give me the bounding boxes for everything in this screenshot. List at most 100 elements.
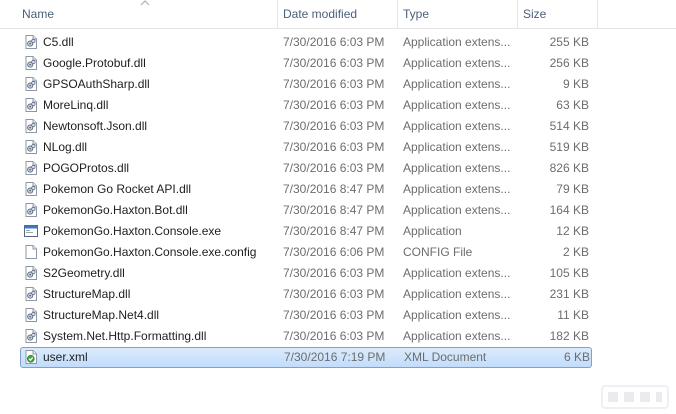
dll-file-icon xyxy=(23,265,39,281)
file-date-modified: 7/30/2016 6:03 PM xyxy=(283,140,385,154)
file-name: user.xml xyxy=(43,350,88,364)
file-type: Application extens... xyxy=(403,161,511,175)
watermark-logo xyxy=(601,385,669,409)
file-size: 182 KB xyxy=(549,329,589,343)
file-type: Application extens... xyxy=(403,98,511,112)
dll-file-icon xyxy=(23,55,39,71)
file-size: 9 KB xyxy=(562,77,589,91)
file-size: 164 KB xyxy=(549,203,589,217)
file-row[interactable]: System.Net.Http.Formatting.dll 7/30/2016 … xyxy=(20,326,592,347)
file-row[interactable]: Pokemon Go Rocket API.dll 7/30/2016 8:47 … xyxy=(20,179,592,200)
file-date-modified: 7/30/2016 6:03 PM xyxy=(283,35,385,49)
file-name: GPSOAuthSharp.dll xyxy=(43,77,150,91)
file-row[interactable]: NLog.dll 7/30/2016 6:03 PM Application ext… xyxy=(20,137,592,158)
file-row[interactable]: GPSOAuthSharp.dll 7/30/2016 6:03 PM Applic… xyxy=(20,74,592,95)
file-row[interactable]: StructureMap.Net4.dll 7/30/2016 6:03 PM Ap… xyxy=(20,305,592,326)
file-row[interactable]: PokemonGo.Haxton.Console.exe 7/30/2016 8:… xyxy=(20,221,592,242)
dll-file-icon xyxy=(23,97,39,113)
file-name: S2Geometry.dll xyxy=(43,266,125,280)
file-name: Pokemon Go Rocket API.dll xyxy=(43,182,192,196)
file-date-modified: 7/30/2016 6:06 PM xyxy=(283,245,385,259)
file-size: 63 KB xyxy=(556,98,589,112)
file-type: Application extens... xyxy=(403,329,511,343)
column-header-size[interactable]: Size xyxy=(517,0,597,28)
file-size: 826 KB xyxy=(549,161,589,175)
file-type: Application extens... xyxy=(403,287,511,301)
file-date-modified: 7/30/2016 8:47 PM xyxy=(283,182,385,196)
file-row[interactable]: StructureMap.dll 7/30/2016 6:03 PM Applica… xyxy=(20,284,592,305)
file-name: Newtonsoft.Json.dll xyxy=(43,119,148,133)
file-row[interactable]: POGOProtos.dll 7/30/2016 6:03 PM Applicati… xyxy=(20,158,592,179)
file-name: PokemonGo.Haxton.Console.exe.config xyxy=(43,245,257,259)
file-type: Application extens... xyxy=(403,119,511,133)
file-size: 255 KB xyxy=(549,35,589,49)
file-size: 519 KB xyxy=(549,140,589,154)
file-type: Application xyxy=(403,224,462,238)
column-header: Name Date modified Type Size xyxy=(0,0,676,29)
file-name: C5.dll xyxy=(43,35,74,49)
file-date-modified: 7/30/2016 6:03 PM xyxy=(283,119,385,133)
file-size: 514 KB xyxy=(549,119,589,133)
file-type: Application extens... xyxy=(403,56,511,70)
file-name: MoreLinq.dll xyxy=(43,98,109,112)
file-row[interactable]: PokemonGo.Haxton.Console.exe.config 7/30/… xyxy=(20,242,592,263)
file-date-modified: 7/30/2016 8:47 PM xyxy=(283,203,385,217)
file-name: StructureMap.dll xyxy=(43,287,131,301)
file-date-modified: 7/30/2016 8:47 PM xyxy=(283,224,385,238)
column-divider[interactable] xyxy=(597,0,598,28)
column-header-name[interactable]: Name xyxy=(16,0,277,28)
file-row[interactable]: Google.Protobuf.dll 7/30/2016 6:03 PM Appl… xyxy=(20,53,592,74)
file-size: 79 KB xyxy=(556,182,589,196)
file-name: PokemonGo.Haxton.Bot.dll xyxy=(43,203,188,217)
dll-file-icon xyxy=(23,34,39,50)
column-header-date-modified[interactable]: Date modified xyxy=(277,0,397,28)
file-row[interactable]: PokemonGo.Haxton.Bot.dll 7/30/2016 8:47 P… xyxy=(20,200,592,221)
file-type: CONFIG File xyxy=(403,245,473,259)
file-type: XML Document xyxy=(404,350,487,364)
dll-file-icon xyxy=(23,307,39,323)
file-date-modified: 7/30/2016 6:03 PM xyxy=(283,329,385,343)
file-date-modified: 7/30/2016 6:03 PM xyxy=(283,287,385,301)
file-type: Application extens... xyxy=(403,77,511,91)
file-row[interactable]: user.xml 7/30/2016 7:19 PM XML Document 6 K… xyxy=(20,347,592,368)
file-name: System.Net.Http.Formatting.dll xyxy=(43,329,207,343)
dll-file-icon xyxy=(23,328,39,344)
file-type: Application extens... xyxy=(403,35,511,49)
file-date-modified: 7/30/2016 6:03 PM xyxy=(283,308,385,322)
file-date-modified: 7/30/2016 6:03 PM xyxy=(283,77,385,91)
file-name: PokemonGo.Haxton.Console.exe xyxy=(43,224,222,238)
dll-file-icon xyxy=(23,139,39,155)
file-row[interactable]: S2Geometry.dll 7/30/2016 6:03 PM Applicati… xyxy=(20,263,592,284)
file-type: Application extens... xyxy=(403,140,511,154)
dll-file-icon xyxy=(23,76,39,92)
config-file-icon xyxy=(23,244,39,260)
dll-file-icon xyxy=(23,160,39,176)
file-name: NLog.dll xyxy=(43,140,88,154)
dll-file-icon xyxy=(23,202,39,218)
file-size: 256 KB xyxy=(549,56,589,70)
dll-file-icon xyxy=(23,286,39,302)
file-name: StructureMap.Net4.dll xyxy=(43,308,160,322)
file-type: Application extens... xyxy=(403,182,511,196)
xml-document-icon xyxy=(23,349,39,365)
file-date-modified: 7/30/2016 7:19 PM xyxy=(284,350,386,364)
file-date-modified: 7/30/2016 6:03 PM xyxy=(283,98,385,112)
file-size: 2 KB xyxy=(562,245,589,259)
file-size: 6 KB xyxy=(563,350,590,364)
column-header-type[interactable]: Type xyxy=(397,0,517,28)
exe-application-icon xyxy=(23,223,39,239)
file-size: 11 KB xyxy=(557,308,589,322)
file-row[interactable]: Newtonsoft.Json.dll 7/30/2016 6:03 PM Appl… xyxy=(20,116,592,137)
file-type: Application extens... xyxy=(403,203,511,217)
file-date-modified: 7/30/2016 6:03 PM xyxy=(283,161,385,175)
file-name: Google.Protobuf.dll xyxy=(43,56,146,70)
file-size: 105 KB xyxy=(549,266,589,280)
file-date-modified: 7/30/2016 6:03 PM xyxy=(283,266,385,280)
file-row[interactable]: MoreLinq.dll 7/30/2016 6:03 PM Application… xyxy=(20,95,592,116)
dll-file-icon xyxy=(23,181,39,197)
file-name: POGOProtos.dll xyxy=(43,161,130,175)
file-size: 231 KB xyxy=(549,287,589,301)
dll-file-icon xyxy=(23,118,39,134)
file-type: Application extens... xyxy=(403,266,511,280)
file-row[interactable]: C5.dll 7/30/2016 6:03 PM Application exten… xyxy=(20,32,592,53)
